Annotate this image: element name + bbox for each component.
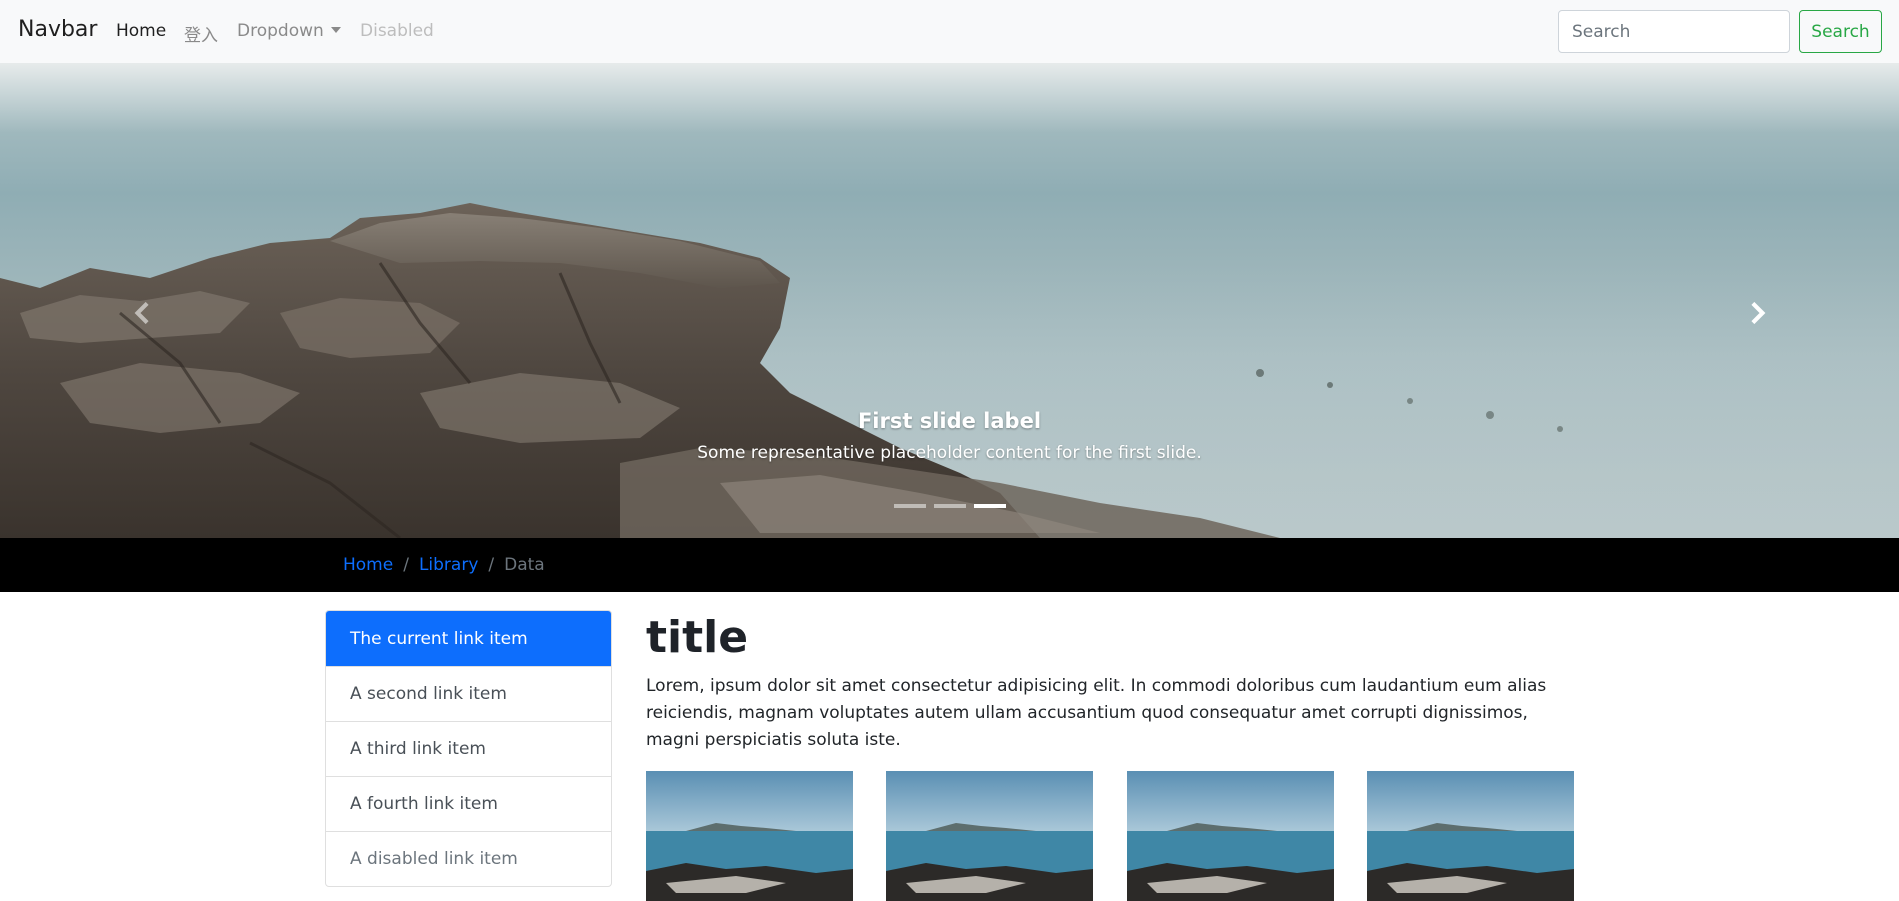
sidebar-item-second[interactable]: A second link item bbox=[326, 666, 611, 721]
nav-link-disabled: Disabled bbox=[360, 21, 434, 41]
breadcrumb-separator: / bbox=[488, 555, 495, 575]
hero-carousel: First slide label Some representative pl… bbox=[0, 63, 1899, 538]
search-button[interactable]: Search bbox=[1799, 10, 1882, 53]
chevron-right-icon bbox=[1751, 302, 1766, 324]
nav-link-home[interactable]: Home bbox=[116, 21, 166, 41]
carousel-indicators bbox=[0, 504, 1899, 508]
carousel-indicator-3[interactable] bbox=[973, 504, 1006, 508]
breadcrumb-bar: Home / Library / Data bbox=[0, 538, 1899, 592]
nav-link-dropdown-label: Dropdown bbox=[237, 21, 324, 41]
navbar: Navbar Home 登入 Dropdown Disabled Search bbox=[0, 0, 1899, 63]
breadcrumb-home[interactable]: Home bbox=[343, 555, 393, 575]
search-input[interactable] bbox=[1558, 10, 1790, 53]
thumbnail-image[interactable] bbox=[886, 771, 1093, 901]
caret-down-icon bbox=[330, 27, 341, 33]
slide-caption: First slide label Some representative pl… bbox=[0, 409, 1899, 463]
sidebar-item-disabled: A disabled link item bbox=[326, 831, 611, 886]
nav-link-dropdown[interactable]: Dropdown bbox=[237, 21, 341, 41]
carousel-indicator-1[interactable] bbox=[893, 504, 926, 508]
breadcrumb-current: Data bbox=[504, 555, 545, 575]
breadcrumb-separator: / bbox=[403, 555, 409, 575]
thumbnail-image[interactable] bbox=[1367, 771, 1574, 901]
breadcrumb-library[interactable]: Library bbox=[419, 555, 478, 575]
chevron-left-icon bbox=[134, 302, 149, 324]
sidebar-item-current[interactable]: The current link item bbox=[326, 611, 611, 666]
navbar-brand[interactable]: Navbar bbox=[18, 17, 97, 42]
thumbnail-image[interactable] bbox=[646, 771, 853, 901]
page-title: title bbox=[646, 612, 749, 663]
breadcrumb: Home / Library / Data bbox=[343, 555, 545, 575]
sidebar-list-group: The current link item A second link item… bbox=[325, 610, 612, 887]
nav-link-login[interactable]: 登入 bbox=[184, 21, 218, 46]
slide-caption-title: First slide label bbox=[857, 409, 1042, 433]
page-description: Lorem, ipsum dolor sit amet consectetur … bbox=[646, 676, 1547, 750]
carousel-next-control[interactable] bbox=[1727, 283, 1787, 343]
carousel-indicator-2[interactable] bbox=[933, 504, 966, 508]
sidebar-item-fourth[interactable]: A fourth link item bbox=[326, 776, 611, 831]
carousel-prev-control[interactable] bbox=[113, 283, 173, 343]
sidebar-item-third[interactable]: A third link item bbox=[326, 721, 611, 776]
thumbnail-image[interactable] bbox=[1127, 771, 1334, 901]
slide-caption-text: Some representative placeholder content … bbox=[697, 443, 1202, 463]
slide-image bbox=[0, 203, 1563, 538]
